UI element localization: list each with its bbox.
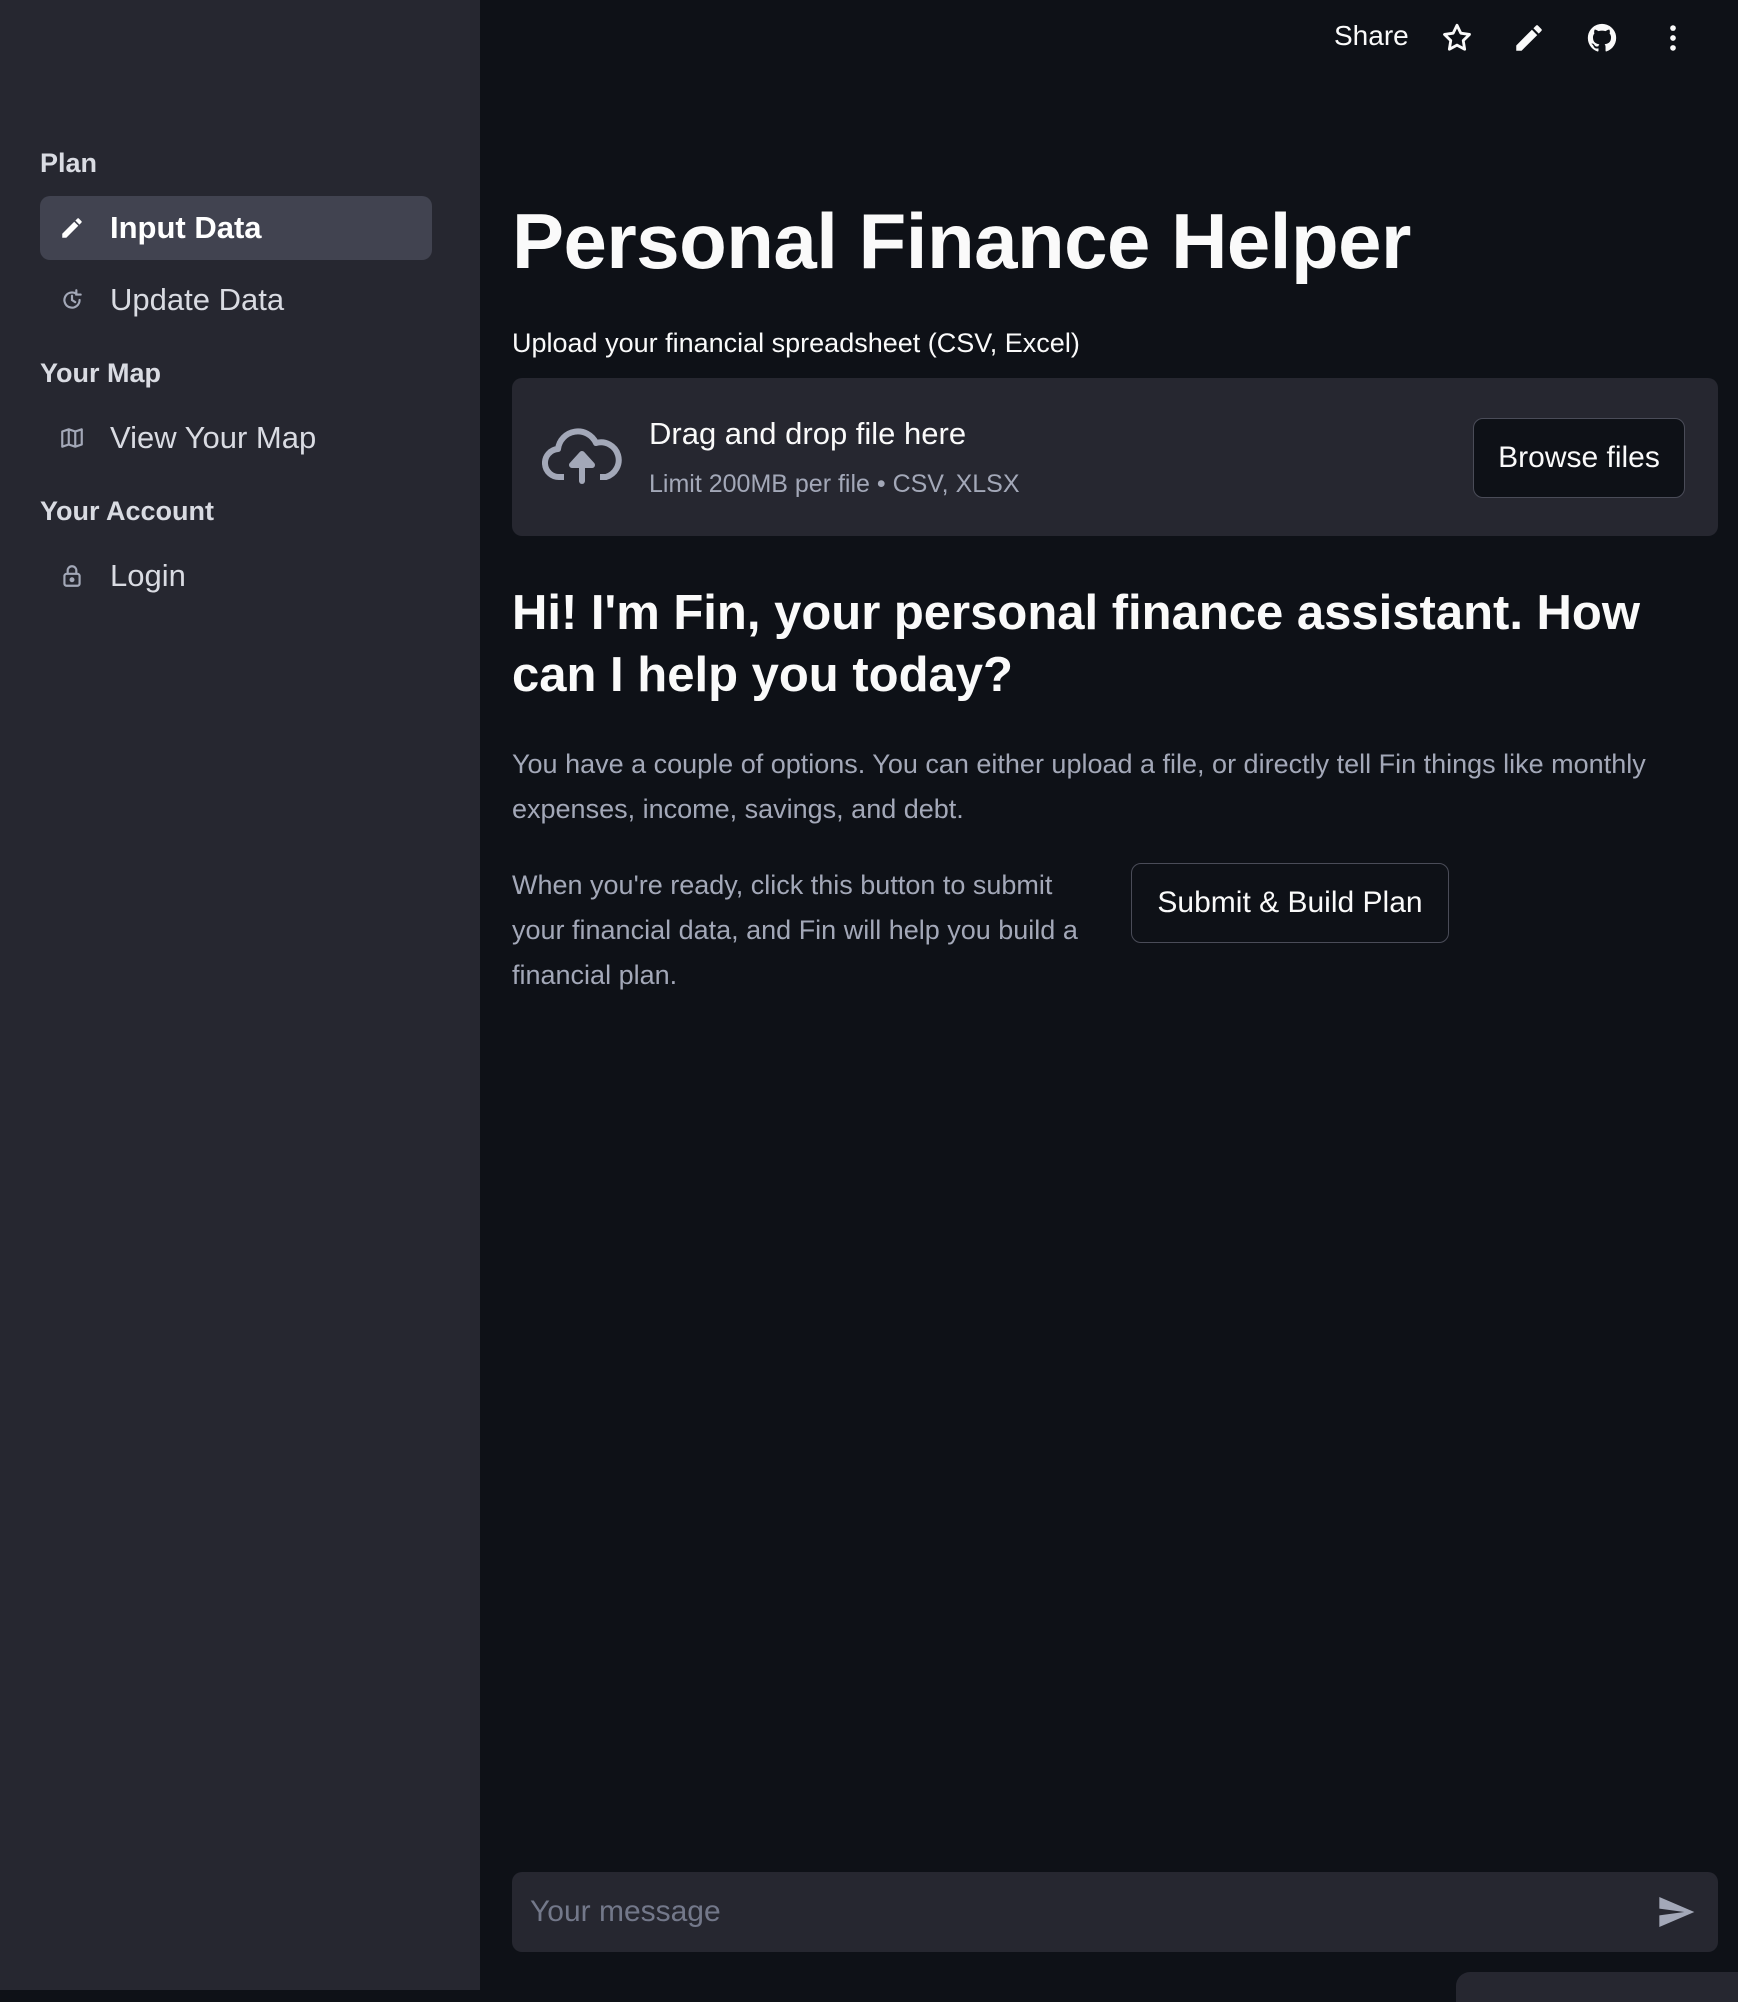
sidebar-item-label: View Your Map	[110, 420, 317, 455]
file-dropzone[interactable]: Drag and drop file here Limit 200MB per …	[512, 378, 1718, 536]
page-title: Personal Finance Helper	[512, 197, 1411, 285]
sidebar-item-login[interactable]: Login	[40, 544, 432, 608]
lock-icon	[58, 562, 86, 590]
greeting-heading: Hi! I'm Fin, your personal finance assis…	[512, 586, 1640, 702]
ready-paragraph: When you're ready, click this button to …	[512, 870, 1078, 990]
share-button[interactable]: Share	[1334, 20, 1409, 52]
pencil-icon[interactable]	[1509, 18, 1549, 58]
star-icon[interactable]	[1437, 18, 1477, 58]
dropzone-limit-text: Limit 200MB per file • CSV, XLSX	[649, 470, 1020, 498]
browse-files-button[interactable]: Browse files	[1473, 418, 1685, 498]
sidebar-item-label: Login	[110, 558, 186, 593]
history-icon	[58, 286, 86, 314]
nav-section-your-map: Your Map	[40, 358, 161, 388]
map-icon	[58, 424, 86, 452]
nav-section-your-account: Your Account	[40, 496, 214, 526]
nav-section-plan: Plan	[40, 148, 98, 178]
uploader-label: Upload your financial spreadsheet (CSV, …	[512, 328, 1080, 358]
more-vertical-icon[interactable]	[1653, 18, 1693, 58]
sidebar-item-label: Update Data	[110, 282, 285, 317]
github-icon[interactable]	[1582, 18, 1622, 58]
chat-input-container	[512, 1872, 1718, 1952]
cloud-upload-icon	[541, 423, 622, 487]
sidebar: Plan Input Data Update Data Your Map Vie…	[0, 0, 480, 1990]
sidebar-item-label: Input Data	[110, 210, 262, 245]
send-icon[interactable]	[1656, 1892, 1696, 1932]
chat-message-input[interactable]	[528, 1872, 1628, 1952]
dropzone-title: Drag and drop file here	[649, 416, 967, 451]
bottom-corner-panel	[1456, 1972, 1738, 2002]
sidebar-item-input-data[interactable]: Input Data	[40, 196, 432, 260]
options-paragraph: You have a couple of options. You can ei…	[512, 749, 1646, 824]
submit-build-plan-button[interactable]: Submit & Build Plan	[1131, 863, 1449, 943]
sidebar-item-view-your-map[interactable]: View Your Map	[40, 406, 432, 470]
pencil-icon	[58, 214, 86, 242]
sidebar-item-update-data[interactable]: Update Data	[40, 268, 432, 332]
